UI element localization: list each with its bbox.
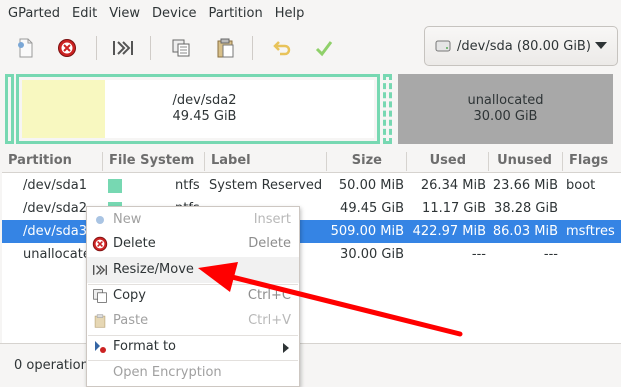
annotation-arrow <box>198 262 463 337</box>
